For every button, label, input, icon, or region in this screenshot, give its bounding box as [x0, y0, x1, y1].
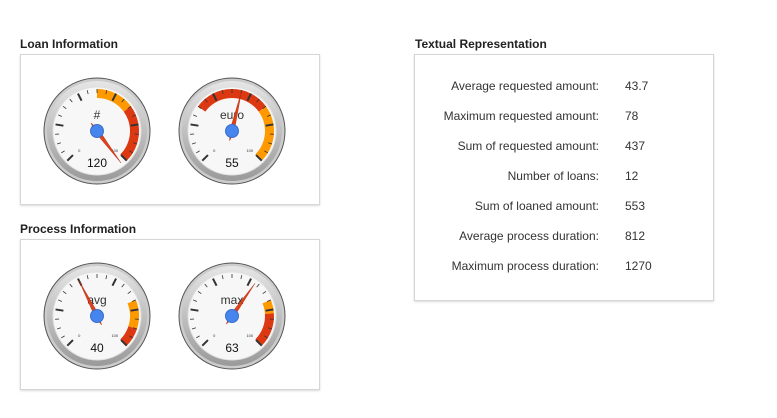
textual-section-title: Textual Representation	[415, 37, 547, 51]
textual-panel: Average requested amount: 43.7 Maximum r…	[414, 54, 714, 301]
text-row-label: Average process duration:	[459, 229, 599, 243]
gauge-max-label: 100	[246, 148, 253, 153]
text-row-value: 43.7	[625, 79, 649, 93]
gauge-process-avg: 0 100 avg 40	[43, 262, 151, 370]
gauge-major-tick	[265, 308, 274, 312]
gauge-label: euro	[220, 108, 244, 122]
gauge-loan-euro: 0 100 euro 55	[178, 77, 286, 185]
gauge-max-label: 100	[111, 333, 118, 338]
gauge-svg: 0 100#120	[43, 77, 151, 185]
gauge-loan-count: 0 100 #120	[43, 77, 151, 185]
gauge-pivot	[225, 124, 239, 138]
text-row-average-requested: Average requested amount: 43.7	[415, 79, 713, 109]
gauge-major-tick	[190, 308, 199, 312]
gauge-process-max: 0 100 max 63	[178, 262, 286, 370]
gauge-major-tick	[265, 123, 274, 127]
text-row-average-duration: Average process duration: 812	[415, 229, 713, 259]
text-row-label: Maximum process duration:	[451, 259, 599, 273]
text-row-value: 78	[625, 109, 639, 123]
text-row-maximum-requested: Maximum requested amount: 78	[415, 109, 713, 139]
gauge-major-tick	[190, 123, 199, 127]
text-row-number-of-loans: Number of loans: 12	[415, 169, 713, 199]
text-row-maximum-duration: Maximum process duration: 1270	[415, 259, 713, 289]
gauge-svg: 0 100max63	[178, 262, 286, 370]
process-section-title: Process Information	[20, 222, 137, 236]
gauge-max-label: 100	[246, 333, 253, 338]
gauge-label: #	[94, 108, 101, 122]
text-row-label: Maximum requested amount:	[443, 109, 599, 123]
text-row-value: 553	[625, 199, 646, 213]
text-row-label: Number of loans:	[507, 169, 599, 183]
gauge-value: 40	[90, 341, 104, 355]
gauge-svg: 0 100euro55	[178, 77, 286, 185]
gauge-major-tick	[55, 123, 64, 127]
text-row-value: 812	[625, 229, 646, 243]
gauge-value: 63	[225, 341, 239, 355]
textual-rows: Average requested amount: 43.7 Maximum r…	[415, 79, 713, 289]
text-row-sum-requested: Sum of requested amount: 437	[415, 139, 713, 169]
process-panel: 0 100 avg 40 0 100 max 63	[20, 239, 320, 390]
gauge-pivot	[90, 124, 104, 138]
text-row-value: 1270	[625, 259, 652, 273]
gauge-pivot	[225, 309, 239, 323]
text-row-label: Sum of requested amount:	[457, 139, 599, 153]
text-row-sum-loaned: Sum of loaned amount: 553	[415, 199, 713, 229]
gauge-svg: 0 100avg40	[43, 262, 151, 370]
text-row-value: 12	[625, 169, 639, 183]
gauge-value: 120	[87, 156, 107, 170]
text-row-label: Average requested amount:	[451, 79, 599, 93]
text-row-label: Sum of loaned amount:	[474, 199, 599, 213]
loan-section-title: Loan Information	[20, 37, 118, 51]
gauge-value: 55	[225, 156, 239, 170]
loan-panel: 0 100 #120 0 100 euro 55	[20, 54, 320, 205]
gauge-major-tick	[130, 308, 139, 312]
gauge-major-tick	[55, 308, 64, 312]
gauge-major-tick	[130, 123, 139, 127]
gauge-pivot	[90, 309, 104, 323]
text-row-value: 437	[625, 139, 646, 153]
